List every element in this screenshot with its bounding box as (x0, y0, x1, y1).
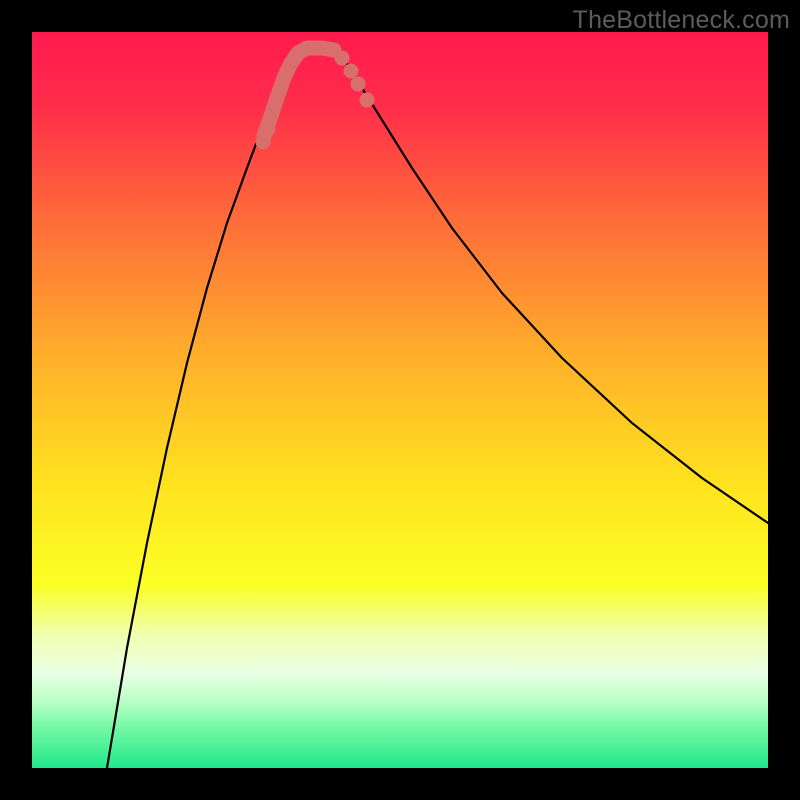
chart-svg (32, 32, 768, 768)
highlight-dot (351, 77, 366, 92)
highlight-dot (261, 122, 276, 137)
highlight-dot (335, 51, 350, 66)
chart-frame: TheBottleneck.com (0, 0, 800, 800)
highlight-dot (344, 64, 359, 79)
watermark-text: TheBottleneck.com (573, 6, 790, 35)
highlight-dot (360, 93, 375, 108)
highlight-dot (256, 135, 271, 150)
gradient-background (32, 32, 768, 768)
plot-area (32, 32, 768, 768)
